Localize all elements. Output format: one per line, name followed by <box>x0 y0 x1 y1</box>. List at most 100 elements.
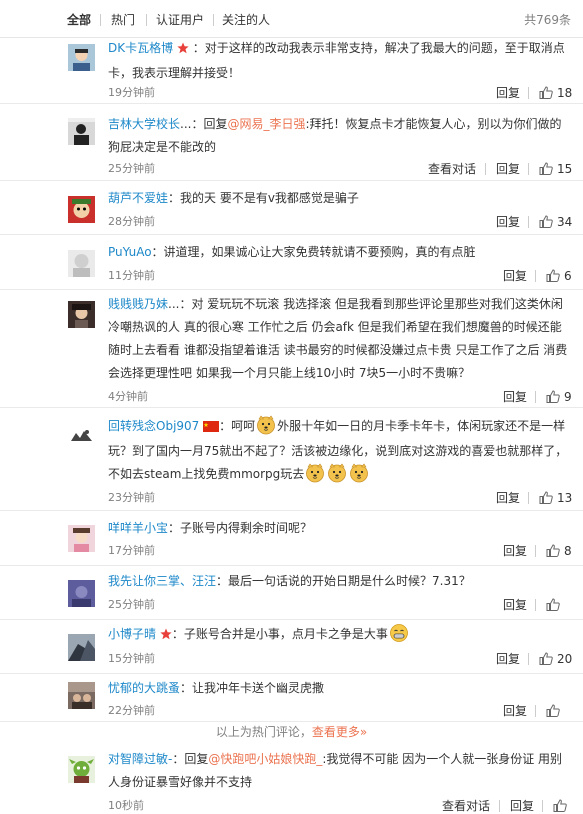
tab-divider <box>100 14 101 26</box>
reply-button[interactable]: 回复 <box>496 491 520 505</box>
like-button[interactable]: 20 <box>539 652 572 666</box>
like-button[interactable]: 18 <box>539 86 572 100</box>
username[interactable]: PuYuAo <box>108 245 152 259</box>
tab-divider <box>213 14 214 26</box>
comment-text: ：让我冲年卡送个幽灵虎撒 <box>180 681 325 695</box>
username[interactable]: 葫芦不爱娃 <box>108 191 168 205</box>
avatar[interactable] <box>68 634 95 661</box>
comment-text: ：子账号内得剩余时间呢？ <box>168 521 313 535</box>
comment-time: 22分钟前 <box>108 704 155 717</box>
avatar[interactable] <box>68 118 95 145</box>
thumbs-up-icon <box>546 544 564 558</box>
reply-button[interactable]: 回复 <box>503 390 527 404</box>
thumbs-up-icon <box>539 86 557 100</box>
thumbs-up-icon <box>546 704 564 718</box>
comment-text: ：我的天 要不是有v我都感觉是骗子 <box>168 191 359 205</box>
avatar[interactable] <box>68 250 95 277</box>
avatar[interactable] <box>68 756 95 783</box>
comment-text: ：子账号合并是小事，点月卡之争是大事 <box>171 627 388 641</box>
thumbs-up-icon <box>553 799 571 813</box>
like-count: 20 <box>557 652 573 666</box>
comment-item: 吉林大学校长...：回复@网易_李日强:拜托！恢复点卡才能恢复人心，别以为你们做… <box>0 104 583 181</box>
like-button[interactable]: 13 <box>539 491 572 505</box>
like-count: 15 <box>557 162 573 176</box>
action-divider <box>528 653 529 665</box>
like-button[interactable]: 8 <box>546 544 572 558</box>
comment-item: 忧郁的大跳蚤：让我冲年卡送个幽灵虎撒 22分钟前 回复 <box>0 674 583 722</box>
comment-time: 23分钟前 <box>108 491 155 504</box>
action-divider <box>528 492 529 504</box>
avatar[interactable] <box>68 580 95 607</box>
like-count: 9 <box>564 390 572 404</box>
comment-time: 28分钟前 <box>108 215 155 228</box>
reply-button[interactable]: 回复 <box>496 215 520 229</box>
tab-verified[interactable]: 认证用户 <box>156 13 204 27</box>
comment-tabs: 全部 热门 认证用户 关注的人 共769条 <box>0 0 583 38</box>
comment-item: PuYuAo：讲道理，如果诚心让大家免费转就请不要预购，真的有点脏 11分钟前 … <box>0 235 583 290</box>
action-divider <box>535 270 536 282</box>
avatar[interactable] <box>68 196 95 223</box>
like-button[interactable] <box>546 704 564 718</box>
comment-item: 我先让你三掌、汪汪：最后一句话说的开始日期是什么时候？7.31？ 25分钟前 回… <box>0 566 583 620</box>
thumbs-up-icon <box>539 652 557 666</box>
comment-time: 11分钟前 <box>108 269 155 282</box>
like-button[interactable] <box>553 799 571 813</box>
reply-button[interactable]: 回复 <box>496 162 520 176</box>
mention-link[interactable]: @网易_李日强 <box>227 117 305 131</box>
tab-hot[interactable]: 热门 <box>111 13 135 27</box>
avatar[interactable] <box>68 301 95 328</box>
avatar[interactable] <box>68 44 95 71</box>
like-button[interactable]: 6 <box>546 269 572 283</box>
reply-button[interactable]: 回复 <box>503 704 527 718</box>
like-count: 18 <box>557 86 573 100</box>
username[interactable]: 贱贱贱乃妹 <box>108 297 168 311</box>
thumbs-up-icon <box>546 598 564 612</box>
like-button[interactable]: 15 <box>539 162 572 176</box>
username[interactable]: 小博子晴 <box>108 627 156 641</box>
reply-button[interactable]: 回复 <box>503 269 527 283</box>
action-divider <box>528 163 529 175</box>
like-button[interactable] <box>546 598 564 612</box>
view-conversation-button[interactable]: 查看对话 <box>442 799 490 813</box>
comment-item: 回转残念Obj907 ：呵呵 外服十年如一日的月卡季卡年卡，体闲玩家还不是一样玩？… <box>0 408 583 511</box>
reply-button[interactable]: 回复 <box>503 598 527 612</box>
username[interactable]: 对智障过敏- <box>108 752 172 766</box>
username[interactable]: 忧郁的大跳蚤 <box>108 681 180 695</box>
tab-following[interactable]: 关注的人 <box>222 13 270 27</box>
reply-button[interactable]: 回复 <box>503 544 527 558</box>
like-button[interactable]: 34 <box>539 215 572 229</box>
action-divider <box>499 800 500 812</box>
mention-link[interactable]: @快跑吧小姑娘快跑_ <box>208 752 322 766</box>
reply-button[interactable]: 回复 <box>510 799 534 813</box>
username[interactable]: DK卡瓦格博 <box>108 41 173 55</box>
reply-button[interactable]: 回复 <box>496 86 520 100</box>
username[interactable]: 吉林大学校长 <box>108 117 180 131</box>
china-flag-icon <box>203 417 220 440</box>
action-divider <box>535 391 536 403</box>
action-divider <box>542 800 543 812</box>
comment-item: 贱贱贱乃妹...：对 爱玩玩不玩滚 我选择滚 但是我看到那些评论里那些对我们这类… <box>0 290 583 408</box>
comment-item: 对智障过敏-：回复@快跑吧小姑娘快跑_:我觉得不可能 因为一个人就一张身份证 用… <box>0 742 583 814</box>
doge-emoji-icon <box>327 463 347 483</box>
reply-button[interactable]: 回复 <box>496 652 520 666</box>
comment-time: 19分钟前 <box>108 86 155 99</box>
view-more-link[interactable]: 查看更多» <box>312 725 367 739</box>
avatar[interactable] <box>68 682 95 709</box>
comment-item: DK卡瓦格博 ：对于这样的改动我表示非常支持，解决了我最大的问题，至于取消点卡，… <box>0 38 583 104</box>
comment-time: 25分钟前 <box>108 162 155 175</box>
comment-item: 小博子晴 ：子账号合并是小事，点月卡之争是大事 15分钟前 回复 20 <box>0 620 583 674</box>
username[interactable]: 咩咩羊小宝 <box>108 521 168 535</box>
like-button[interactable]: 9 <box>546 390 572 404</box>
comment-item: 葫芦不爱娃：我的天 要不是有v我都感觉是骗子 28分钟前 回复 34 <box>0 181 583 235</box>
username[interactable]: 回转残念Obj907 <box>108 419 199 433</box>
username[interactable]: 我先让你三掌、汪汪 <box>108 574 216 588</box>
user-suffix: ... <box>168 297 180 311</box>
thumbs-up-icon <box>539 215 557 229</box>
tab-all[interactable]: 全部 <box>67 13 91 27</box>
view-conversation-button[interactable]: 查看对话 <box>428 162 476 176</box>
hot-footer-text: 以上为热门评论， <box>215 725 312 739</box>
avatar[interactable] <box>68 525 95 552</box>
action-divider <box>528 87 529 99</box>
avatar[interactable] <box>68 423 95 450</box>
tab-divider <box>146 14 147 26</box>
